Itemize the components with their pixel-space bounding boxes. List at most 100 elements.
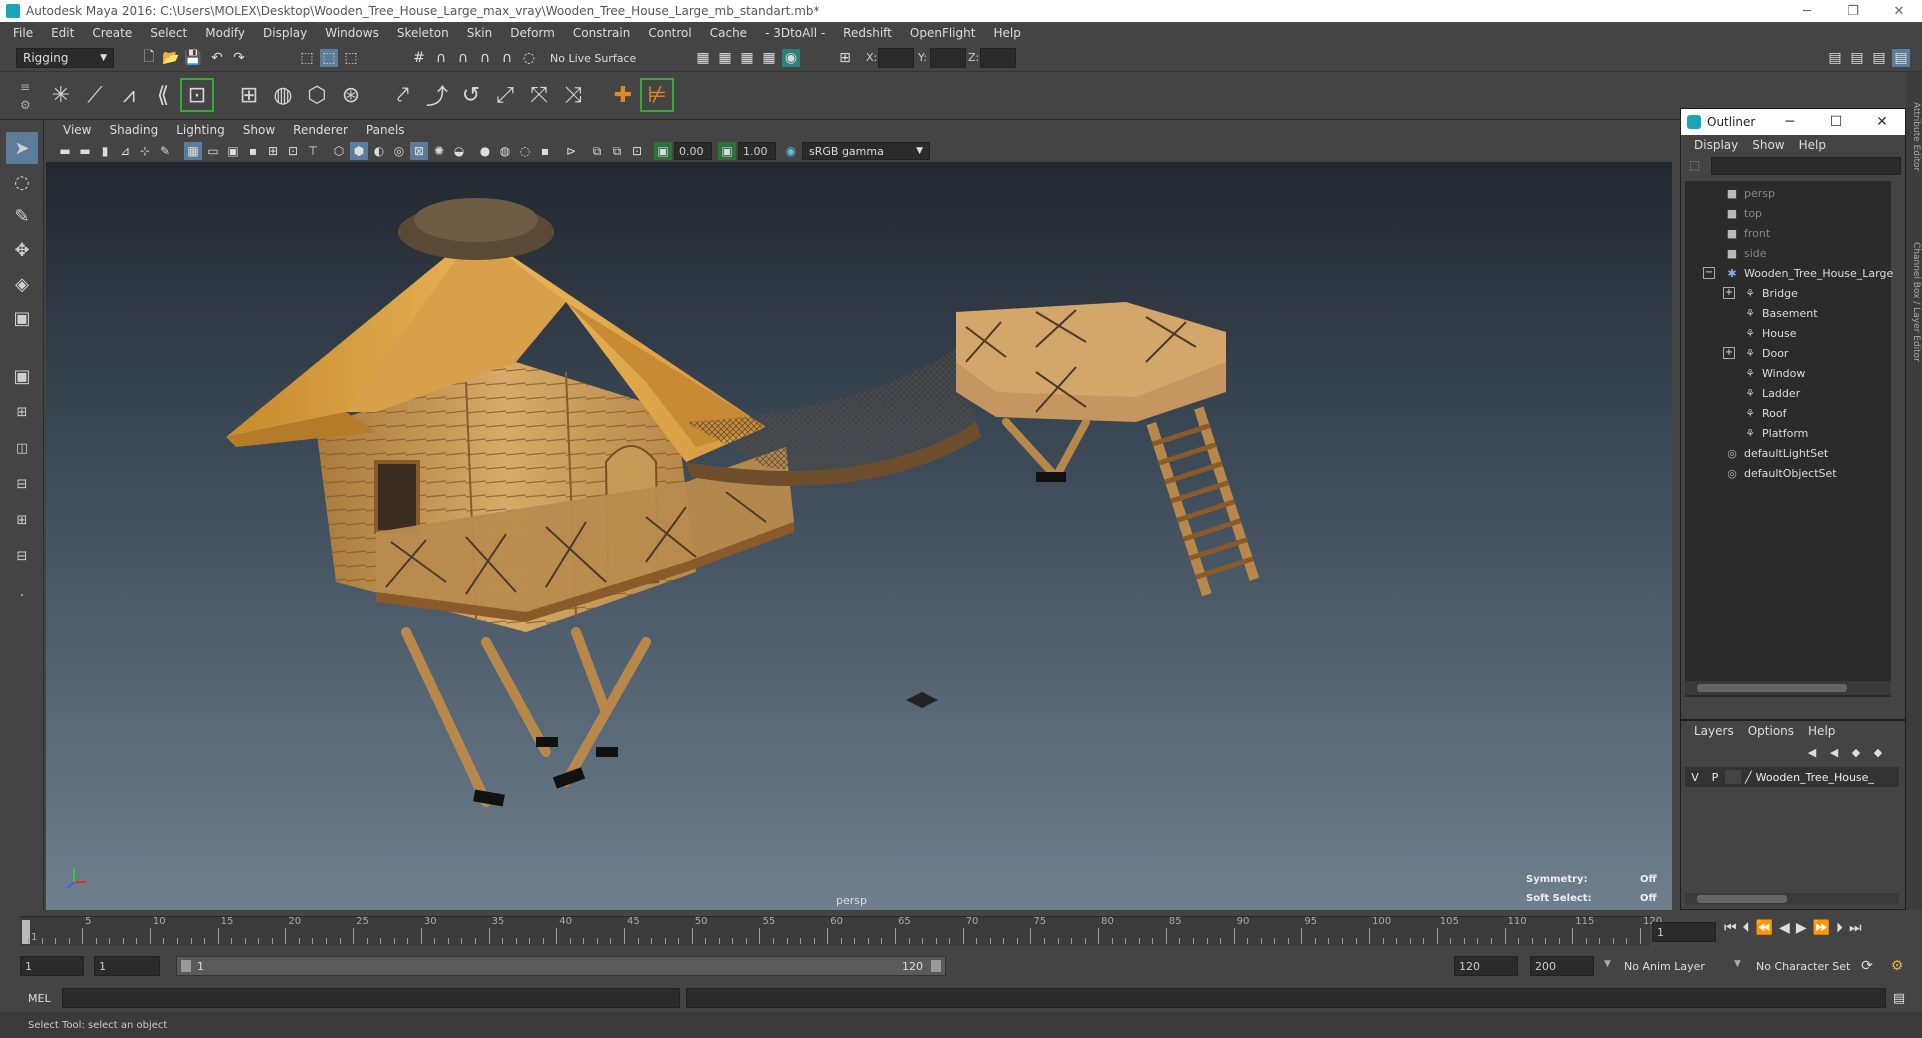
expand-icon[interactable]: + (1723, 347, 1735, 359)
step-forward-frame-icon[interactable]: ⏵ (1836, 920, 1843, 936)
bookmark-icon[interactable]: ▮ (96, 142, 114, 160)
list-item[interactable]: ⚘ Window (1743, 363, 1805, 383)
shadows-icon[interactable]: ◒ (450, 142, 468, 160)
grease-pencil-icon[interactable]: ✎ (156, 142, 174, 160)
move-tool-icon[interactable]: ✥ (6, 234, 38, 266)
list-item[interactable]: ◎ defaultLightSet (1725, 443, 1828, 463)
layer-visibility-toggle[interactable]: V (1685, 771, 1705, 784)
range-end-handle[interactable] (931, 960, 941, 972)
default-material-icon[interactable]: ◐ (370, 142, 388, 160)
menu-select[interactable]: Select (141, 26, 196, 40)
ik-spline-icon[interactable]: ⩘ (112, 78, 146, 112)
list-item[interactable]: ⚘ House (1743, 323, 1796, 343)
parent-constraint-icon[interactable]: ⤧ (522, 78, 556, 112)
channel-box-tab[interactable]: Channel Box / Layer Editor (1907, 242, 1921, 362)
step-back-key-icon[interactable]: ⏪ (1756, 920, 1773, 936)
viewport-menu-lighting[interactable]: Lighting (167, 123, 234, 137)
menu-display[interactable]: Display (254, 26, 316, 40)
cluster-icon[interactable]: ⊛ (334, 78, 368, 112)
colorspace-dropdown[interactable]: sRGB gamma ▼ (802, 142, 930, 160)
current-frame-field[interactable]: 1 (1652, 922, 1716, 942)
animation-start-field[interactable]: 1 (20, 956, 84, 976)
motion-blur-icon[interactable]: ◍ (496, 142, 514, 160)
attribute-editor-toggle-icon[interactable]: ▤ (1848, 49, 1866, 67)
shelf-settings-icon[interactable]: ⚙ (20, 98, 31, 112)
aim-constraint-icon[interactable]: ⤴ (420, 78, 454, 112)
cross-joint-icon[interactable]: ✚ (606, 78, 640, 112)
layer-color-swatch[interactable] (1725, 770, 1741, 784)
hypershade-icon[interactable]: ◉ (782, 49, 800, 67)
orient-constraint-icon[interactable]: ↺ (454, 78, 488, 112)
step-back-frame-icon[interactable]: ⏴ (1743, 920, 1750, 936)
playback-end-field[interactable]: 120 (1454, 956, 1518, 976)
list-item[interactable]: ✱ Wooden_Tree_House_Large (1725, 263, 1893, 283)
snap-surface-icon[interactable]: ∩ (498, 49, 516, 67)
xray-icon[interactable]: ⧉ (588, 142, 606, 160)
transform-input-icon[interactable]: ⊞ (836, 49, 854, 67)
isolate-select-icon[interactable]: ⊳ (562, 142, 580, 160)
auto-key-icon[interactable]: ⟳ (1858, 957, 1876, 975)
textured-icon[interactable]: ⊠ (410, 142, 428, 160)
open-scene-icon[interactable]: 📂 (162, 49, 180, 67)
list-item[interactable]: ◎ defaultObjectSet (1725, 463, 1836, 483)
pole-vector-icon[interactable]: ⤨ (556, 78, 590, 112)
list-item[interactable]: ■ front (1725, 223, 1770, 243)
grid-toggle-icon[interactable]: ▦ (184, 142, 202, 160)
menu-edit[interactable]: Edit (42, 26, 83, 40)
menu-deform[interactable]: Deform (501, 26, 564, 40)
ik-handle-icon[interactable]: ⟋ (78, 78, 112, 112)
save-scene-icon[interactable]: 💾 (184, 49, 202, 67)
resolution-gate-icon[interactable]: ▣ (224, 142, 242, 160)
new-scene-icon[interactable]: 🗋 (140, 49, 158, 67)
move-layer-up-icon[interactable]: ◀ (1803, 743, 1821, 761)
modeling-toolkit-icon[interactable]: ▤ (1826, 49, 1844, 67)
list-item[interactable]: ⚘ Door (1743, 343, 1788, 363)
perspective-viewport[interactable]: Symmetry: Off Soft Select: Off persp (46, 162, 1672, 910)
mirror-joint-icon[interactable]: ⟪ (146, 78, 180, 112)
gate-mask-icon[interactable]: ▪ (244, 142, 262, 160)
anti-aliasing-icon[interactable]: ◌ (516, 142, 534, 160)
camera-attributes-icon[interactable]: ▬ (76, 142, 94, 160)
scrollbar-thumb[interactable] (1697, 895, 1787, 903)
wireframe-icon[interactable]: ⬡ (330, 142, 348, 160)
menu-constrain[interactable]: Constrain (564, 26, 640, 40)
use-all-lights-icon[interactable]: ✺ (430, 142, 448, 160)
viewport-menu-shading[interactable]: Shading (100, 123, 167, 137)
depth-of-field-icon[interactable]: ▪ (536, 142, 554, 160)
layers-menu-help[interactable]: Help (1801, 724, 1842, 738)
new-empty-layer-icon[interactable]: ◆ (1847, 743, 1865, 761)
snap-point-icon[interactable]: ∩ (454, 49, 472, 67)
render-settings-icon[interactable]: ▦ (694, 49, 712, 67)
safe-title-icon[interactable]: ⊤ (304, 142, 322, 160)
menu-skeleton[interactable]: Skeleton (388, 26, 458, 40)
select-tool-icon[interactable]: ➤ (6, 132, 38, 164)
menu-modify[interactable]: Modify (196, 26, 254, 40)
list-item[interactable]: ⚘ Roof (1743, 403, 1786, 423)
outliner-maximize-button[interactable]: ☐ (1813, 109, 1859, 135)
field-chart-icon[interactable]: ⊞ (264, 142, 282, 160)
go-to-start-icon[interactable]: ⏮ (1724, 920, 1737, 936)
outliner-close-button[interactable]: ✕ (1859, 109, 1905, 135)
outliner-minimize-button[interactable]: ─ (1767, 109, 1813, 135)
channel-box-toggle-icon[interactable]: ▤ (1892, 49, 1910, 67)
chevron-down-icon[interactable]: ▼ (1604, 959, 1611, 969)
layer-row[interactable]: V P ╱ Wooden_Tree_House_ (1685, 767, 1899, 787)
outliner-search-input[interactable] (1711, 157, 1901, 175)
menu-create[interactable]: Create (83, 26, 141, 40)
layer-playback-toggle[interactable]: P (1705, 771, 1725, 784)
anim-layer-dropdown[interactable]: No Anim Layer (1624, 956, 1734, 976)
select-component-icon[interactable]: ⬚ (342, 49, 360, 67)
gamma-icon[interactable]: ▣ (718, 142, 736, 160)
viewport-menu-view[interactable]: View (54, 123, 100, 137)
gamma-field[interactable]: 1.00 (738, 142, 776, 160)
move-layer-down-icon[interactable]: ◀ (1825, 743, 1843, 761)
scale-tool-icon[interactable]: ▣ (6, 302, 38, 334)
chevron-down-icon[interactable]: ▼ (1734, 959, 1741, 969)
viewport-menu-panels[interactable]: Panels (357, 123, 414, 137)
expand-icon[interactable]: + (1723, 287, 1735, 299)
color-management-icon[interactable]: ◉ (782, 142, 800, 160)
snap-live-icon[interactable]: ◌ (520, 49, 538, 67)
point-constraint-icon[interactable]: ⤤ (386, 78, 420, 112)
minimize-button[interactable]: ─ (1784, 0, 1830, 22)
list-item[interactable]: ■ top (1725, 203, 1762, 223)
